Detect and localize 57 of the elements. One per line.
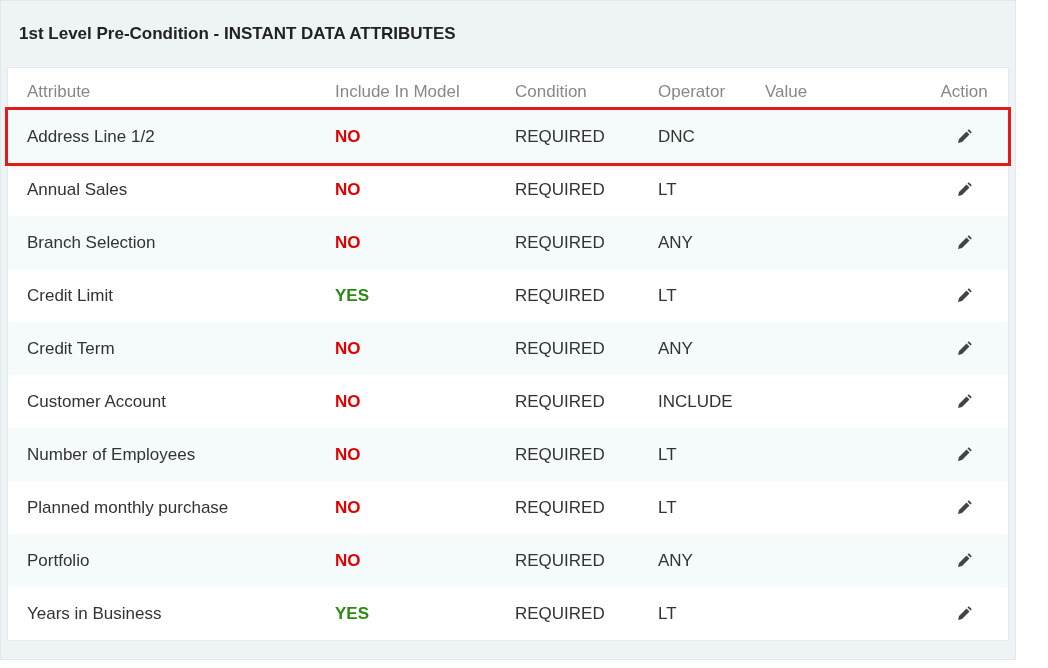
edit-icon[interactable]: [956, 499, 972, 516]
edit-icon[interactable]: [956, 552, 972, 569]
condition-cell-text: REQUIRED: [515, 496, 606, 519]
condition-cell-text: REQUIRED: [515, 549, 606, 572]
column-header: Include In Model: [335, 81, 461, 104]
condition-cell-text: REQUIRED: [515, 125, 606, 148]
operator-cell-text: LT: [658, 602, 678, 625]
include-cell-text: YES: [335, 284, 371, 307]
attribute-cell-text: Customer Account: [27, 390, 167, 413]
edit-icon[interactable]: [956, 181, 972, 198]
condition-cell-text: REQUIRED: [515, 443, 606, 466]
edit-icon[interactable]: [956, 287, 972, 304]
include-cell-text: NO: [335, 496, 362, 519]
attribute-cell-text: Number of Employees: [27, 443, 197, 466]
include-cell-text: NO: [335, 443, 362, 466]
condition-cell-text: REQUIRED: [515, 284, 606, 307]
condition-cell-text: REQUIRED: [515, 178, 606, 201]
include-cell-text: NO: [335, 337, 362, 360]
edit-icon[interactable]: [956, 340, 972, 357]
include-cell-text: NO: [335, 231, 362, 254]
column-header: Action: [939, 81, 989, 104]
operator-cell-text: INCLUDE: [658, 390, 734, 413]
operator-cell-text: LT: [658, 284, 678, 307]
column-header: Condition: [515, 81, 588, 104]
attribute-cell-text: Address Line 1/2: [27, 125, 156, 148]
attribute-cell-text: Credit Term: [27, 337, 116, 360]
edit-icon[interactable]: [956, 446, 972, 463]
operator-cell-text: LT: [658, 496, 678, 519]
condition-cell-text: REQUIRED: [515, 337, 606, 360]
operator-cell-text: LT: [658, 178, 678, 201]
condition-cell-text: REQUIRED: [515, 231, 606, 254]
attribute-cell-text: Branch Selection: [27, 231, 157, 254]
edit-icon[interactable]: [956, 128, 972, 145]
attribute-cell-text: Planned monthly purchase: [27, 496, 230, 519]
attribute-cell-text: Annual Sales: [27, 178, 129, 201]
operator-cell-text: ANY: [658, 337, 694, 360]
operator-cell-text: LT: [658, 443, 678, 466]
column-header: Operator: [658, 81, 727, 104]
column-header: Value: [765, 81, 809, 104]
include-cell-text: NO: [335, 125, 362, 148]
condition-cell-text: REQUIRED: [515, 602, 606, 625]
edit-icon[interactable]: [956, 234, 972, 251]
condition-cell-text: REQUIRED: [515, 390, 606, 413]
attribute-cell-text: Portfolio: [27, 549, 91, 572]
edit-icon[interactable]: [956, 393, 972, 410]
include-cell-text: NO: [335, 549, 362, 572]
include-cell-text: NO: [335, 178, 362, 201]
edit-icon[interactable]: [956, 605, 972, 622]
attribute-cell-text: Years in Business: [27, 602, 163, 625]
operator-cell-text: DNC: [658, 125, 696, 148]
panel-title: 1st Level Pre-Condition - INSTANT DATA ATTRIBUTES: [19, 23, 456, 46]
operator-cell-text: ANY: [658, 549, 694, 572]
include-cell-text: YES: [335, 602, 371, 625]
operator-cell-text: ANY: [658, 231, 694, 254]
include-cell-text: NO: [335, 390, 362, 413]
attribute-cell-text: Credit Limit: [27, 284, 114, 307]
column-header: Attribute: [27, 81, 92, 104]
